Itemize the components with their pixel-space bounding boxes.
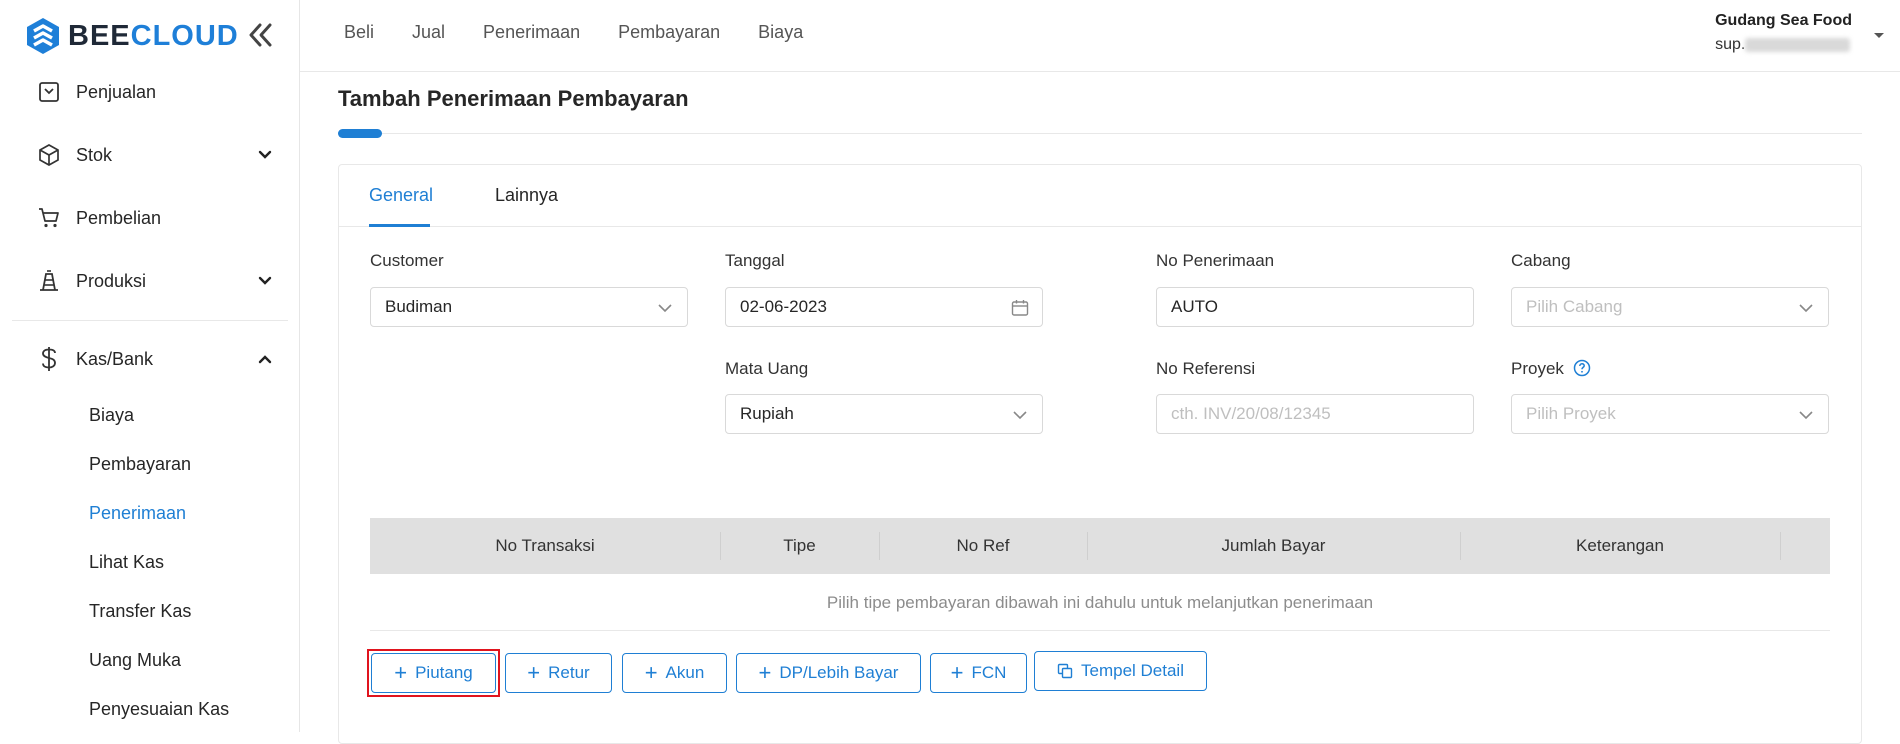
sidebar-item-pembelian[interactable]: Pembelian [36, 198, 276, 238]
sidebar-item-produksi[interactable]: Produksi [36, 261, 276, 301]
no-penerimaan-input[interactable]: AUTO [1156, 287, 1474, 327]
sidebar-item-label: Pembelian [76, 207, 162, 228]
customer-label: Customer [370, 251, 444, 270]
dollar-icon [36, 346, 62, 372]
add-piutang-button[interactable]: + Piutang [371, 653, 496, 693]
topnav-pembayaran[interactable]: Pembayaran [618, 22, 720, 43]
plus-icon: + [950, 660, 964, 685]
topnav-jual[interactable]: Jual [412, 22, 445, 43]
chevron-up-icon [258, 355, 272, 364]
cabang-select[interactable]: Pilih Cabang [1511, 287, 1829, 327]
title-accent-bar [338, 129, 382, 138]
user-account[interactable]: Gudang Sea Food sup. [1715, 12, 1852, 54]
no-referensi-placeholder: cth. INV/20/08/12345 [1171, 404, 1331, 423]
cabang-placeholder: Pilih Cabang [1526, 297, 1623, 316]
no-referensi-input[interactable]: cth. INV/20/08/12345 [1156, 394, 1474, 434]
chevron-down-icon [258, 276, 272, 285]
help-circle-icon[interactable] [1573, 359, 1591, 377]
plus-icon: + [394, 660, 408, 685]
redacted-email [1745, 37, 1851, 52]
sidebar-item-kas-bank[interactable]: Kas/Bank [36, 339, 276, 379]
plus-icon: + [527, 660, 541, 685]
sidebar-subitem-uang-muka[interactable]: Uang Muka [89, 645, 181, 675]
chevron-down-icon [658, 304, 672, 313]
chevron-down-icon [1013, 411, 1027, 420]
box-icon [36, 142, 62, 168]
cabang-label: Cabang [1511, 251, 1571, 270]
sidebar-subitem-penyesuaian-kas[interactable]: Penyesuaian Kas [89, 694, 229, 724]
topnav-beli[interactable]: Beli [344, 22, 374, 43]
no-penerimaan-label: No Penerimaan [1156, 251, 1275, 270]
chevron-down-icon [1799, 304, 1813, 313]
column-header: No Transaksi [495, 536, 595, 555]
column-header: Jumlah Bayar [1221, 536, 1326, 555]
tanggal-value: 02-06-2023 [740, 297, 827, 316]
page-title: Tambah Penerimaan Pembayaran [338, 86, 689, 111]
column-header: Keterangan [1576, 536, 1664, 555]
sidebar-item-label: Penjualan [76, 81, 157, 102]
copy-icon [1057, 663, 1073, 679]
proyek-label: Proyek [1511, 359, 1591, 379]
form-card: General Lainnya Customer Budiman Tanggal… [338, 164, 1862, 744]
sidebar-item-stok[interactable]: Stok [36, 135, 276, 175]
receipt-icon [36, 79, 62, 105]
calendar-icon [1011, 300, 1029, 316]
sidebar-subitem-pembayaran[interactable]: Pembayaran [89, 449, 191, 479]
add-retur-button[interactable]: + Retur [505, 653, 612, 693]
user-name: Gudang Sea Food [1715, 12, 1852, 29]
top-bar: Beli Jual Penerimaan Pembayaran Biaya Gu… [300, 0, 1900, 72]
add-akun-button[interactable]: + Akun [622, 653, 727, 693]
sidebar-subitem-biaya[interactable]: Biaya [89, 400, 134, 430]
proyek-select[interactable]: Pilih Proyek [1511, 394, 1829, 434]
plus-icon: + [644, 660, 658, 685]
tab-bar: General Lainnya [339, 165, 1861, 227]
customer-value: Budiman [385, 297, 453, 316]
tab-general[interactable]: General [369, 185, 433, 206]
cart-icon [36, 205, 62, 231]
table-header: No Transaksi Tipe No Ref Jumlah Bayar Ke… [370, 518, 1830, 574]
chevron-down-icon [258, 150, 272, 159]
tab-lainnya[interactable]: Lainnya [495, 185, 558, 206]
sidebar-item-label: Kas/Bank [76, 348, 154, 369]
proyek-placeholder: Pilih Proyek [1526, 404, 1616, 423]
column-header: No Ref [956, 536, 1010, 555]
table-empty-message: Pilih tipe pembayaran dibawah ini dahulu… [370, 574, 1830, 631]
active-tab-indicator [369, 224, 430, 227]
tanggal-label: Tanggal [725, 251, 785, 270]
mata-uang-select[interactable]: Rupiah [725, 394, 1043, 434]
sidebar-subitem-lihat-kas[interactable]: Lihat Kas [89, 547, 164, 577]
add-fcn-button[interactable]: + FCN [930, 653, 1027, 693]
brand-name: BEECLOUD [68, 19, 239, 52]
mata-uang-value: Rupiah [740, 404, 794, 423]
tanggal-datepicker[interactable]: 02-06-2023 [725, 287, 1043, 327]
factory-icon [36, 268, 62, 294]
sidebar-divider [12, 320, 288, 321]
brand-logo[interactable]: BEECLOUD [24, 16, 239, 56]
caret-down-icon[interactable] [1872, 28, 1886, 42]
mata-uang-label: Mata Uang [725, 359, 809, 378]
no-referensi-label: No Referensi [1156, 359, 1256, 378]
topnav-biaya[interactable]: Biaya [758, 22, 803, 43]
sidebar-subitem-transfer-kas[interactable]: Transfer Kas [89, 596, 191, 626]
user-email: sup. [1715, 36, 1852, 54]
customer-select[interactable]: Budiman [370, 287, 688, 327]
chevron-down-icon [1799, 411, 1813, 420]
plus-icon: + [758, 660, 772, 685]
add-dp-lebih-bayar-button[interactable]: + DP/Lebih Bayar [736, 653, 921, 693]
column-separator [1780, 532, 1781, 560]
collapse-sidebar-icon[interactable] [245, 20, 275, 50]
no-penerimaan-value: AUTO [1171, 297, 1218, 316]
title-divider [338, 133, 1862, 134]
topnav-penerimaan[interactable]: Penerimaan [483, 22, 580, 43]
sidebar: BEECLOUD Penjualan Stok Pembelian Produk… [0, 0, 300, 732]
tempel-detail-button[interactable]: Tempel Detail [1034, 651, 1207, 691]
top-navigation: Beli Jual Penerimaan Pembayaran Biaya [344, 22, 803, 43]
sidebar-item-label: Stok [76, 144, 113, 165]
bee-logo-icon [27, 18, 59, 54]
sidebar-subitem-penerimaan[interactable]: Penerimaan [89, 498, 186, 528]
sidebar-item-penjualan[interactable]: Penjualan [36, 72, 276, 112]
column-header: Tipe [783, 536, 816, 555]
sidebar-item-label: Produksi [76, 270, 147, 291]
